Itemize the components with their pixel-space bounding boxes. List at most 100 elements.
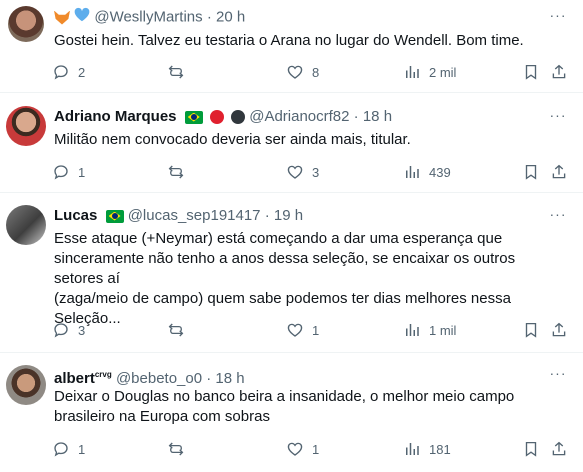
reply-count: 3 (78, 322, 86, 338)
repost-icon (167, 63, 185, 81)
post-header: albertcrvg @bebeto_o0 · 18 h (54, 365, 245, 387)
like-count: 3 (312, 164, 320, 180)
post-actions: 1 3 439 (52, 161, 572, 183)
like-count: 1 (312, 441, 320, 457)
post-header: Lucas @lucas_sep191417 · 19 h (54, 206, 303, 226)
like-icon (286, 63, 304, 81)
user-handle[interactable]: @Adrianocrf82 (249, 108, 349, 125)
bookmark-button[interactable] (522, 61, 548, 83)
post-text: Gostei hein. Talvez eu testaria o Arana … (54, 32, 524, 49)
text-line: Deixar o Douglas no banco beira a insani… (54, 388, 515, 405)
bookmark-icon (522, 63, 540, 81)
repost-button[interactable] (167, 61, 193, 83)
views-icon (403, 63, 421, 81)
views-icon (403, 321, 421, 339)
views-button[interactable]: 439 (403, 161, 451, 183)
view-count: 2 mil (429, 64, 457, 80)
bookmark-button[interactable] (522, 161, 548, 183)
like-button[interactable]: 8 (286, 61, 319, 83)
like-button[interactable]: 1 (286, 438, 319, 460)
reply-icon (52, 321, 70, 339)
avatar[interactable] (6, 106, 46, 146)
reply-count: 1 (78, 441, 86, 457)
user-handle[interactable]: @bebeto_o0 (116, 370, 202, 387)
post-actions: 2 8 2 mil (52, 61, 572, 83)
user-name[interactable]: albertcrvg (54, 370, 112, 387)
repost-button[interactable] (167, 438, 193, 460)
like-count: 8 (312, 64, 320, 80)
more-options-icon[interactable]: ··· (547, 108, 569, 128)
share-button[interactable] (550, 61, 576, 83)
post[interactable]: Adriano Marques @Adrianocrf82 · 18 h ···… (0, 93, 583, 193)
repost-icon (167, 440, 185, 458)
bookmark-button[interactable] (522, 438, 548, 460)
bookmark-button[interactable] (522, 319, 548, 341)
post-actions: 3 1 1 mil (52, 319, 572, 341)
views-icon (403, 440, 421, 458)
share-button[interactable] (550, 319, 576, 341)
more-options-icon[interactable]: ··· (547, 366, 569, 386)
text-line: (zaga/meio de campo) quem sabe podemos t… (54, 290, 511, 307)
post-actions: 1 1 181 (52, 438, 572, 460)
reply-icon (52, 163, 70, 181)
repost-icon (167, 321, 185, 339)
post-time[interactable]: 18 h (215, 370, 244, 387)
views-icon (403, 163, 421, 181)
more-options-icon[interactable]: ··· (547, 207, 569, 227)
separator: · (264, 207, 270, 224)
reply-count: 2 (78, 64, 86, 80)
avatar[interactable] (6, 365, 46, 405)
post[interactable]: albertcrvg @bebeto_o0 · 18 h ··· Deixar … (0, 353, 583, 472)
share-button[interactable] (550, 438, 576, 460)
like-button[interactable]: 1 (286, 319, 319, 341)
views-button[interactable]: 1 mil (403, 319, 456, 341)
views-button[interactable]: 181 (403, 438, 451, 460)
reply-button[interactable]: 1 (52, 161, 85, 183)
post[interactable]: @WesllyMartins · 20 h ··· Gostei hein. T… (0, 0, 583, 93)
post[interactable]: Lucas @lucas_sep191417 · 19 h ··· Esse a… (0, 193, 583, 353)
blue-heart-emoji-icon (74, 7, 90, 28)
repost-button[interactable] (167, 319, 193, 341)
like-icon (286, 321, 304, 339)
separator: · (353, 108, 359, 125)
reply-button[interactable]: 1 (52, 438, 85, 460)
fox-emoji-icon (54, 10, 70, 25)
reply-button[interactable]: 3 (52, 319, 85, 341)
post-text: Militão nem convocado deveria ser ainda … (54, 131, 411, 148)
separator: · (206, 370, 212, 387)
view-count: 181 (429, 441, 451, 457)
user-name[interactable]: Adriano Marques (54, 108, 177, 125)
like-icon (286, 440, 304, 458)
repost-button[interactable] (167, 161, 193, 183)
post-header: Adriano Marques @Adrianocrf82 · 18 h (54, 107, 392, 127)
post-time[interactable]: 18 h (363, 108, 392, 125)
brazil-flag-icon (105, 209, 124, 223)
separator: · (206, 8, 212, 26)
avatar[interactable] (6, 205, 46, 245)
reply-button[interactable]: 2 (52, 61, 85, 83)
share-icon (550, 321, 568, 339)
view-count: 439 (429, 164, 451, 180)
user-handle[interactable]: @lucas_sep191417 (128, 207, 261, 224)
avatar[interactable] (8, 6, 44, 42)
share-button[interactable] (550, 161, 576, 183)
views-button[interactable]: 2 mil (403, 61, 456, 83)
more-options-icon[interactable]: ··· (547, 8, 569, 28)
like-count: 1 (312, 322, 320, 338)
red-circle-icon (209, 110, 224, 125)
text-line: Esse ataque (+Neymar) está começando a d… (54, 230, 503, 247)
bookmark-icon (522, 163, 540, 181)
like-button[interactable]: 3 (286, 161, 319, 183)
post-time[interactable]: 20 h (216, 8, 245, 25)
text-line: sinceramente não tenho a anos dessa sele… (54, 250, 516, 287)
repost-icon (167, 163, 185, 181)
post-time[interactable]: 19 h (274, 207, 303, 224)
reply-count: 1 (78, 164, 86, 180)
user-name-sup: crvg (94, 370, 112, 379)
post-text: Esse ataque (+Neymar) está começando a d… (54, 229, 554, 329)
like-icon (286, 163, 304, 181)
user-handle[interactable]: @WesllyMartins (94, 8, 202, 25)
user-name[interactable]: Lucas (54, 207, 97, 224)
brazil-flag-icon (184, 110, 203, 124)
view-count: 1 mil (429, 322, 457, 338)
